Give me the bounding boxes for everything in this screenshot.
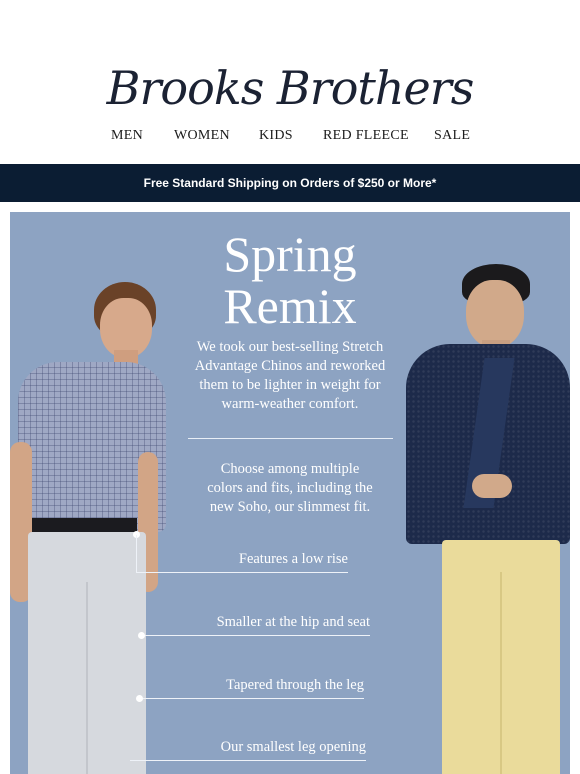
intro-text-line-2: Advantage Chinos and reworked xyxy=(194,358,386,374)
section-divider xyxy=(188,438,393,439)
brooks-brothers-logo[interactable]: Brooks Brothers xyxy=(0,58,580,118)
right-model-image xyxy=(402,212,570,774)
fits-text-line-3: new Soho, our slimmest fit. xyxy=(209,499,371,515)
intro-text-line-4: warm-weather comfort. xyxy=(221,396,359,412)
intro-text-line-3: them to be lighter in weight for xyxy=(199,377,381,393)
nav-red-fleece[interactable]: RED FLEECE xyxy=(323,128,409,144)
spring-remix-hero[interactable]: Spring Remix We took our best-selling St… xyxy=(10,212,570,774)
feature-tapered-leg: Tapered through the leg xyxy=(226,677,364,693)
intro-text-line-1: We took our best-selling Stretch xyxy=(196,339,384,355)
feature-underline-rise xyxy=(136,572,348,573)
callout-dot-hip xyxy=(138,632,145,639)
feature-underline-opening xyxy=(130,760,366,761)
fits-text-line-1: Choose among multiple xyxy=(220,461,360,477)
feature-low-rise: Features a low rise xyxy=(238,551,348,567)
feature-underline-leg xyxy=(140,698,364,699)
nav-women[interactable]: WOMEN xyxy=(174,128,230,144)
nav-men[interactable]: MEN xyxy=(111,128,143,144)
free-shipping-banner[interactable]: Free Standard Shipping on Orders of $250… xyxy=(0,164,580,202)
nav-sale[interactable]: SALE xyxy=(434,128,470,144)
hero-title-spring: Spring xyxy=(223,226,357,282)
nav-kids[interactable]: KIDS xyxy=(259,128,293,144)
callout-dot-leg xyxy=(136,695,143,702)
main-nav: MEN WOMEN KIDS RED FLEECE SALE xyxy=(0,128,580,148)
feature-hip-seat: Smaller at the hip and seat xyxy=(216,614,370,630)
feature-underline-hip xyxy=(140,635,370,636)
feature-leg-opening: Our smallest leg opening xyxy=(220,739,366,755)
fits-text-line-2: colors and fits, including the xyxy=(207,480,373,496)
hero-title-remix: Remix xyxy=(223,278,357,334)
